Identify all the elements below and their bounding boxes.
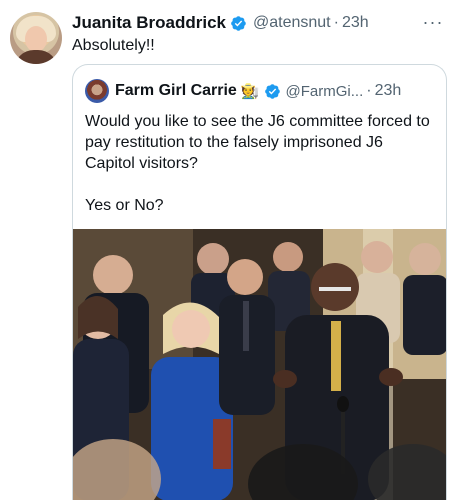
quoted-author-handle[interactable]: @FarmGi...: [286, 83, 364, 100]
separator-dot: ·: [366, 82, 372, 99]
author-name[interactable]: Juanita Broaddrick: [72, 13, 226, 33]
author-avatar[interactable]: [10, 12, 62, 64]
quoted-tweet-text: Would you like to see the J6 committee f…: [85, 113, 430, 214]
tweet-header: Juanita Broaddrick @atensnut · 23h: [72, 12, 369, 34]
author-handle[interactable]: @atensnut: [253, 14, 331, 32]
quoted-author-name[interactable]: Farm Girl Carrie: [115, 82, 237, 100]
more-options-icon[interactable]: ···: [420, 12, 446, 32]
quoted-tweet-photo[interactable]: [73, 229, 446, 500]
quoted-tweet-header: Farm Girl Carrie 🧑‍🌾 @FarmGi... · 23h: [85, 79, 401, 103]
avatar-shirt: [14, 50, 58, 64]
avatar-face: [25, 26, 47, 52]
quoted-author-avatar[interactable]: [85, 79, 109, 103]
farmer-emoji-icon: 🧑‍🌾: [240, 83, 260, 100]
quoted-timestamp[interactable]: 23h: [375, 82, 402, 100]
separator-dot: ·: [333, 14, 339, 31]
tweet-text: Absolutely!!: [72, 37, 155, 54]
timestamp[interactable]: 23h: [342, 14, 369, 32]
verified-badge-icon: [264, 83, 280, 99]
press-conference-photo: [73, 229, 446, 500]
verified-badge-icon: [231, 15, 246, 31]
quoted-tweet-card[interactable]: Farm Girl Carrie 🧑‍🌾 @FarmGi... · 23h Wo…: [72, 64, 447, 500]
